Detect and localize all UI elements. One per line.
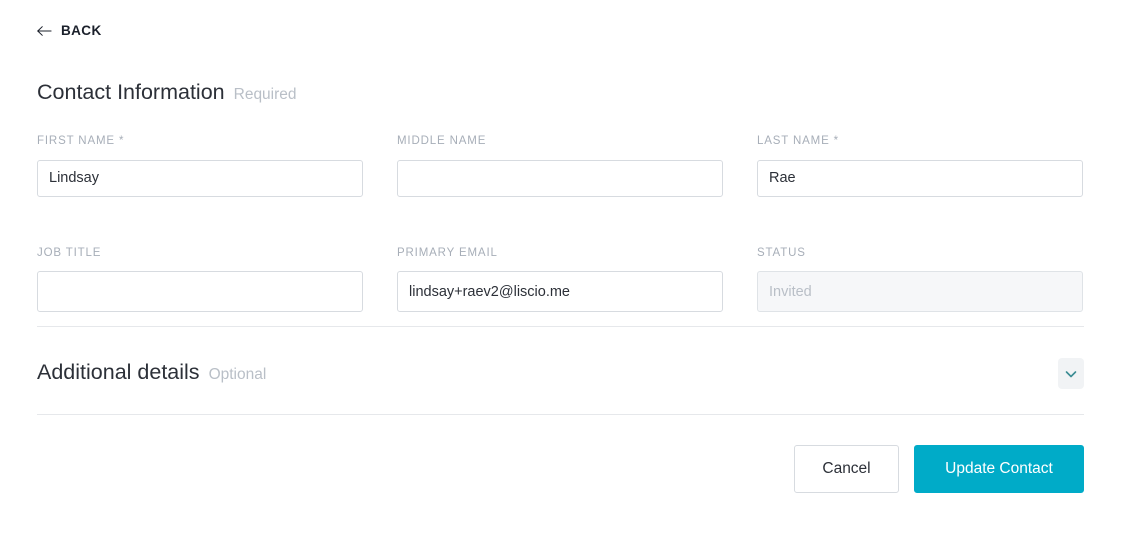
field-label-primary-email: PRIMARY EMAIL	[397, 246, 723, 260]
middle-name-input[interactable]	[397, 159, 723, 197]
field-label-text: STATUS	[757, 246, 806, 259]
field-label-text: FIRST NAME	[37, 135, 115, 147]
contact-section-required-note: Required	[233, 86, 297, 103]
additional-details-optional-note: Optional	[208, 366, 267, 383]
field-job-title: JOB TITLE	[37, 246, 363, 312]
primary-email-input[interactable]	[397, 271, 723, 312]
field-label-text: MIDDLE NAME	[397, 135, 487, 147]
contact-form: FIRST NAME * MIDDLE NAME LAST NAME * JOB…	[37, 135, 1084, 312]
additional-details-expand-toggle[interactable]	[1058, 358, 1084, 389]
field-label-text: PRIMARY EMAIL	[397, 246, 498, 259]
field-label-middle-name: MIDDLE NAME	[397, 135, 723, 148]
status-input	[757, 271, 1083, 312]
field-label-status: STATUS	[757, 246, 1083, 260]
back-button-label: BACK	[61, 23, 102, 38]
divider-above-additional-details	[37, 326, 1084, 327]
back-button[interactable]: BACK	[37, 24, 102, 38]
chevron-down-icon	[1065, 370, 1077, 377]
cancel-button[interactable]: Cancel	[794, 445, 899, 493]
form-footer-actions: Cancel Update Contact	[794, 445, 1084, 493]
contact-information-heading: Contact Information Required	[37, 80, 297, 106]
form-row-spacer	[37, 197, 363, 248]
contact-edit-page: BACK Contact Information Required FIRST …	[0, 0, 1134, 535]
field-label-job-title: JOB TITLE	[37, 246, 363, 260]
additional-details-title: Additional details	[37, 360, 200, 384]
field-label-text: LAST NAME	[757, 135, 830, 147]
field-label-text: JOB TITLE	[37, 246, 102, 259]
field-status: STATUS	[757, 246, 1083, 312]
required-marker: *	[829, 135, 839, 147]
last-name-input[interactable]	[757, 159, 1083, 197]
field-first-name: FIRST NAME *	[37, 135, 363, 197]
page-title: Contact Information	[37, 80, 225, 104]
job-title-input[interactable]	[37, 271, 363, 312]
arrow-left-icon	[37, 25, 52, 36]
field-label-last-name: LAST NAME *	[757, 135, 1083, 148]
additional-details-heading[interactable]: Additional details Optional	[37, 360, 266, 386]
form-row-spacer	[757, 197, 1083, 248]
required-marker: *	[114, 135, 125, 147]
field-last-name: LAST NAME *	[757, 135, 1083, 197]
divider-below-additional-details	[37, 414, 1084, 415]
field-primary-email: PRIMARY EMAIL	[397, 246, 723, 312]
first-name-input[interactable]	[37, 159, 363, 197]
update-contact-button[interactable]: Update Contact	[914, 445, 1084, 493]
field-label-first-name: FIRST NAME *	[37, 135, 363, 148]
field-middle-name: MIDDLE NAME	[397, 135, 723, 197]
form-row-spacer	[397, 197, 723, 248]
